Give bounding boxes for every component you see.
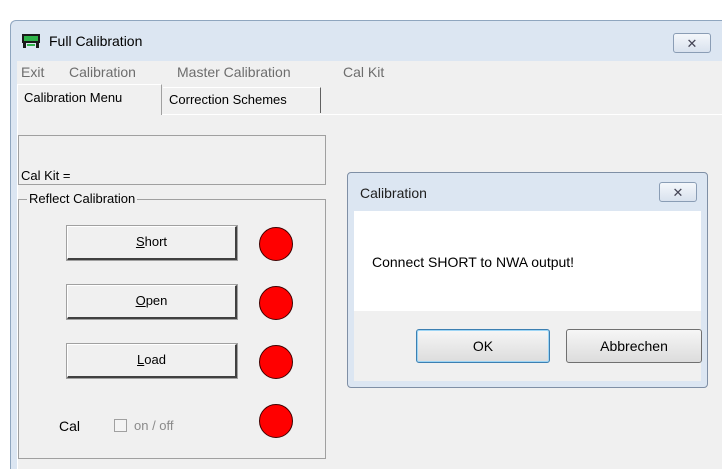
- cal-label: Cal: [59, 418, 81, 434]
- tab-correction-schemes[interactable]: Correction Schemes: [163, 87, 321, 113]
- title-bar: Full Calibration ✕: [11, 21, 722, 61]
- tab-strip: Calibration Menu Correction Schemes: [17, 84, 722, 115]
- menu-bar: Exit Calibration Master Calibration Cal …: [17, 61, 722, 83]
- cal-status-led: [259, 404, 293, 438]
- dialog-message: Connect SHORT to NWA output!: [372, 254, 575, 270]
- tab-calibration-menu[interactable]: Calibration Menu: [17, 84, 162, 115]
- menu-cal-kit[interactable]: Cal Kit: [343, 64, 384, 80]
- open-button-label: Open: [135, 293, 168, 308]
- dialog-footer: OK Abbrechen: [354, 311, 702, 381]
- open-button[interactable]: Open: [66, 284, 238, 320]
- cal-toggle-checkbox[interactable]: [114, 419, 127, 432]
- reflect-calibration-group: Reflect Calibration Short Open Load Cal …: [18, 191, 326, 459]
- calkit-box: Cal Kit =: [18, 135, 326, 185]
- ok-button[interactable]: OK: [416, 329, 550, 363]
- load-button[interactable]: Load: [66, 343, 238, 379]
- menu-calibration[interactable]: Calibration: [69, 64, 136, 80]
- cancel-button[interactable]: Abbrechen: [566, 329, 702, 363]
- dialog-close-button[interactable]: ✕: [659, 182, 697, 202]
- dialog-title: Calibration: [360, 185, 427, 201]
- calibration-dialog: Calibration ✕ Connect SHORT to NWA outpu…: [347, 172, 708, 388]
- group-label: Reflect Calibration: [27, 191, 138, 206]
- close-icon: ✕: [672, 185, 684, 200]
- close-icon: ✕: [686, 36, 698, 51]
- load-button-label: Load: [137, 352, 166, 367]
- dialog-body: Connect SHORT to NWA output!: [354, 211, 701, 311]
- short-button-label: Short: [135, 234, 168, 249]
- cal-toggle-label: on / off: [134, 418, 174, 433]
- open-status-led: [259, 286, 293, 320]
- calkit-label: Cal Kit =: [21, 168, 71, 183]
- short-status-led: [259, 227, 293, 261]
- window-close-button[interactable]: ✕: [673, 33, 711, 53]
- load-status-led: [259, 345, 293, 379]
- short-button[interactable]: Short: [66, 225, 238, 261]
- app-icon: [22, 34, 40, 48]
- menu-master-calibration[interactable]: Master Calibration: [177, 64, 291, 80]
- window-title: Full Calibration: [49, 33, 143, 49]
- menu-exit[interactable]: Exit: [21, 64, 44, 80]
